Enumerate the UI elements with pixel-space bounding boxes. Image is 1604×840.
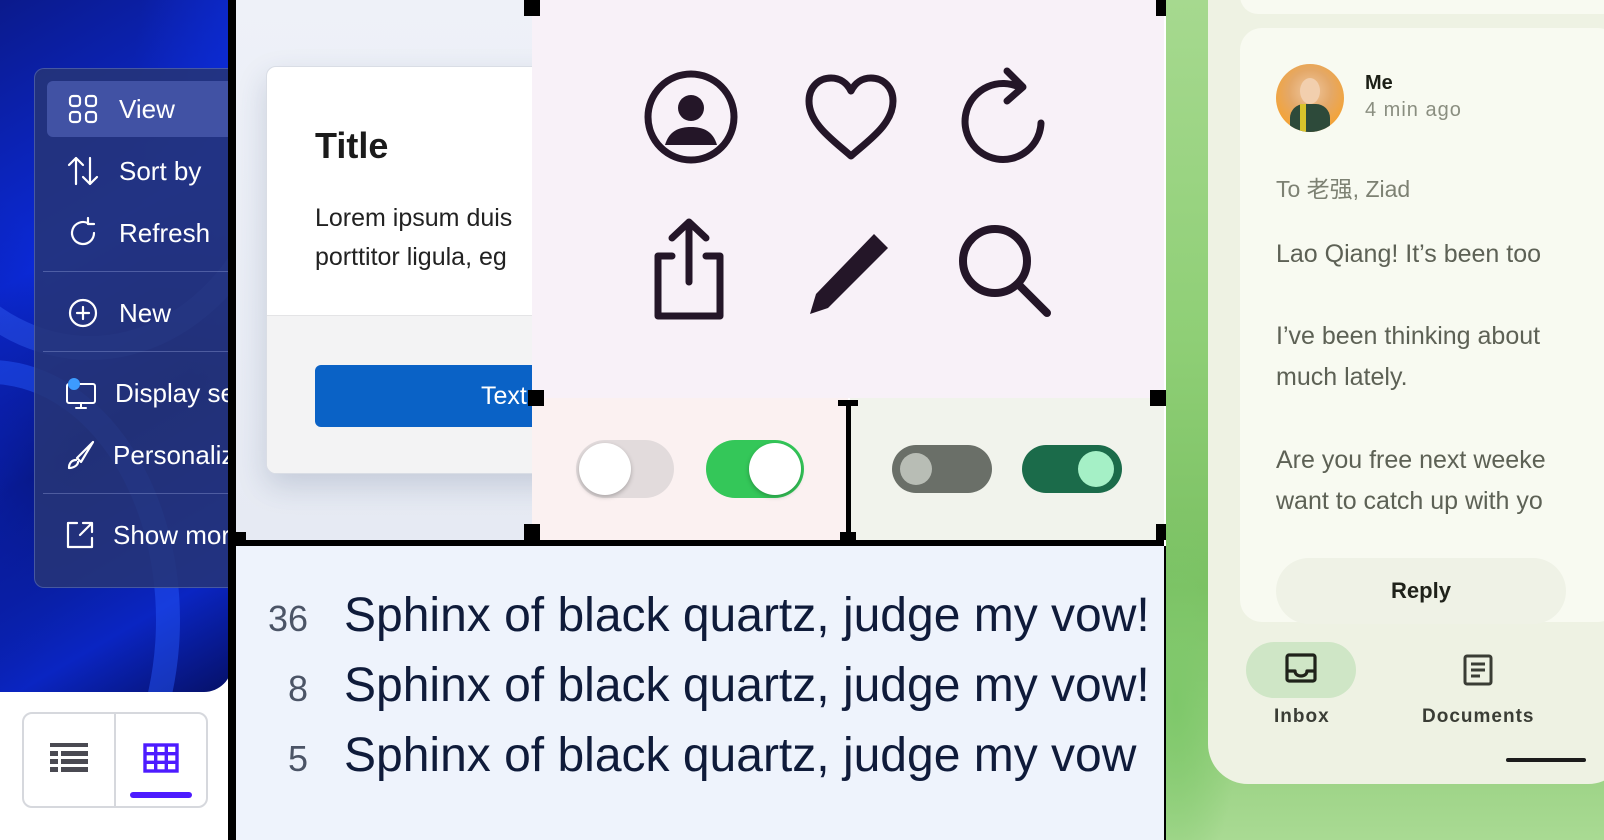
menu-item-display-settings[interactable]: Display settings (47, 365, 232, 421)
material-switch-on[interactable] (1022, 445, 1122, 493)
crop-handle (1150, 390, 1166, 406)
dialog-primary-button[interactable]: Text (315, 365, 532, 427)
menu-item-label: Personalize (113, 439, 232, 470)
ios-switch-on[interactable] (706, 440, 804, 498)
selected-indicator (130, 792, 192, 798)
font-size-label: 36 (267, 598, 308, 639)
ios-switches-panel (532, 398, 848, 542)
message-paragraph: I’ve been thinking about much lately. (1276, 322, 1541, 391)
heart-icon (796, 62, 906, 172)
view-toggle (22, 712, 208, 808)
brush-icon (63, 435, 97, 475)
switch-knob (1078, 451, 1114, 487)
sort-arrows-icon (63, 151, 103, 191)
menu-item-view[interactable]: View (47, 81, 232, 137)
switch-knob (900, 453, 932, 485)
type-specimen-row: 8 Sphinx of black quartz, judge my vow! (236, 658, 1150, 728)
font-size-label: 5 (287, 738, 308, 779)
material-switch-off[interactable] (892, 445, 992, 493)
icon-grid-panel (532, 0, 1164, 398)
frame-divider (228, 0, 236, 840)
pencil-icon (794, 218, 904, 328)
four-squares-icon (63, 89, 103, 129)
button-label: Text (481, 381, 527, 410)
type-specimen-row: 36 Sphinx of black quartz, judge my vow!… (236, 588, 1164, 658)
plus-circle-icon (63, 293, 103, 333)
type-specimen-panel: 36 Sphinx of black quartz, judge my vow!… (236, 546, 1164, 840)
nav-label-inbox[interactable]: Inbox (1274, 706, 1330, 728)
avatar[interactable] (1276, 64, 1344, 132)
menu-item-label: Sort by (119, 155, 202, 186)
specimen-text: Sphinx of black quartz, judge my vow! (344, 659, 1150, 712)
message-paragraph: Lao Qiang! It’s been too (1276, 240, 1542, 268)
menu-item-sort-by[interactable]: Sort by (47, 143, 232, 199)
search-icon (950, 216, 1060, 326)
switch-knob (579, 443, 631, 495)
grid-view-button[interactable] (114, 714, 206, 806)
dialog-panel: Title Lorem ipsum duis porttitor ligula,… (236, 0, 532, 540)
message-timestamp: 4 min ago (1365, 99, 1462, 121)
windows-desktop-panel: View Sort by Refresh New Display se Pers… (0, 0, 232, 692)
dialog: Title Lorem ipsum duis porttitor ligula,… (266, 66, 532, 474)
display-settings-icon (63, 373, 99, 413)
frame-divider (846, 404, 851, 540)
menu-item-label: Display settings (115, 377, 232, 408)
menu-item-personalize[interactable]: Personalize (47, 427, 232, 483)
context-menu: View Sort by Refresh New Display se Pers… (34, 68, 232, 588)
crop-handle (524, 524, 540, 540)
grid-view-icon (143, 742, 179, 778)
inbox-icon (1285, 652, 1317, 688)
refresh-icon (63, 213, 103, 253)
specimen-text: Sphinx of black quartz, judge my vow! 12 (344, 589, 1164, 642)
share-icon (634, 214, 744, 324)
list-view-button[interactable] (24, 714, 114, 806)
document-icon[interactable] (1460, 652, 1496, 688)
menu-item-show-more-options[interactable]: Show more options (47, 507, 232, 563)
menu-separator (43, 271, 232, 272)
menu-item-refresh[interactable]: Refresh (47, 205, 232, 261)
crop-handle (528, 390, 544, 406)
nav-item-inbox[interactable] (1246, 642, 1356, 698)
menu-separator (43, 493, 232, 494)
font-size-label: 8 (287, 668, 308, 709)
specimen-text: Sphinx of black quartz, judge my vow (344, 729, 1137, 782)
android-mail-panel (1166, 0, 1604, 840)
list-view-icon (50, 742, 88, 778)
button-label: Reply (1391, 578, 1451, 603)
open-external-icon (63, 515, 97, 555)
sender-name: Me (1365, 72, 1393, 94)
material-switches-panel (850, 398, 1164, 542)
nav-label-documents[interactable]: Documents (1422, 706, 1534, 728)
menu-separator (43, 351, 232, 352)
dialog-body: Lorem ipsum duis porttitor ligula, eg (315, 204, 513, 271)
dialog-title: Title (315, 125, 389, 166)
menu-item-label: View (119, 93, 175, 124)
frame-divider (838, 400, 858, 406)
switch-knob (749, 443, 801, 495)
recipients: To 老强, Ziad (1276, 176, 1411, 202)
menu-item-label: New (119, 297, 172, 328)
menu-item-label: Refresh (119, 217, 211, 248)
message-paragraph: Are you free next weeke want to catch up… (1276, 446, 1546, 515)
refresh-icon (950, 60, 1060, 170)
gesture-navigation-bar[interactable] (1506, 758, 1586, 762)
type-specimen-row: 5 Sphinx of black quartz, judge my vow (236, 728, 1136, 798)
reply-button[interactable]: Reply (1276, 558, 1566, 624)
person-circle-icon (636, 62, 746, 172)
menu-item-label: Show more options (113, 519, 232, 550)
ios-switch-off[interactable] (576, 440, 674, 498)
crop-handle (524, 0, 540, 16)
previous-message-card[interactable] (1240, 0, 1604, 14)
menu-item-new[interactable]: New (47, 285, 232, 341)
